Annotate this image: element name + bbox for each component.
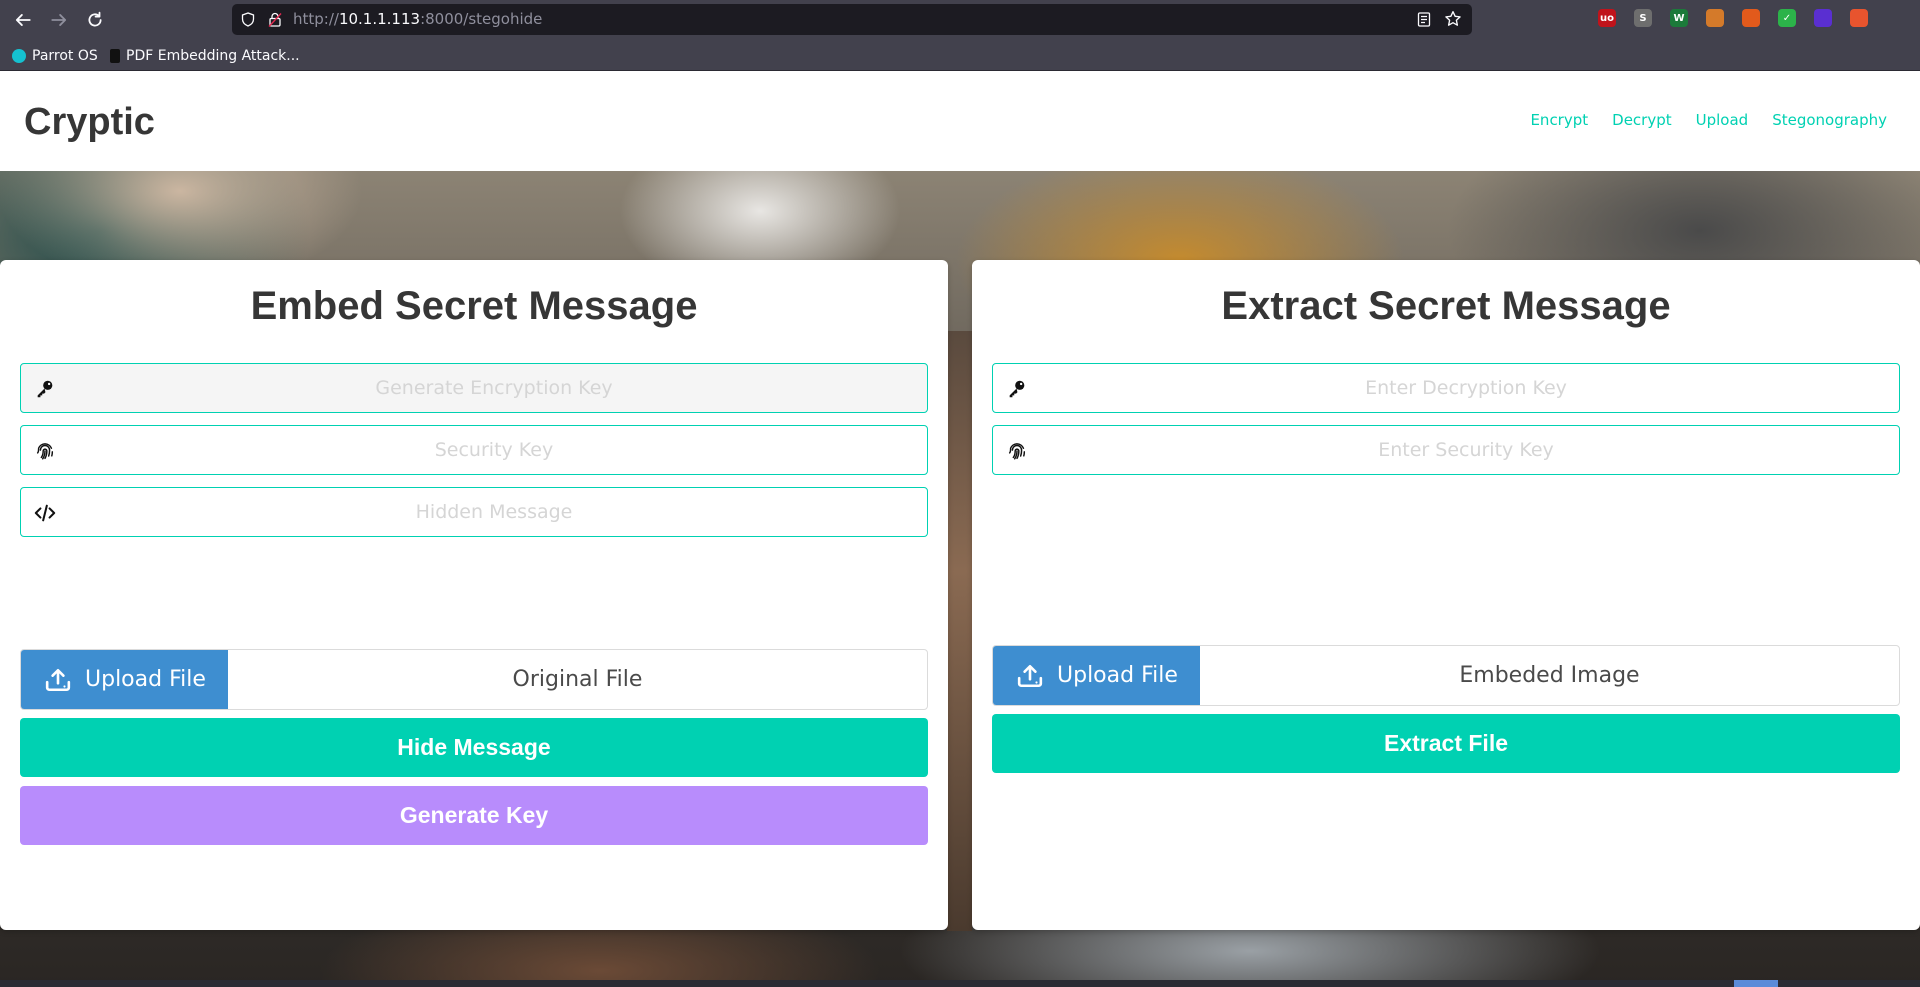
security-key-input[interactable]: [71, 426, 917, 474]
burp-icon[interactable]: [1850, 9, 1868, 27]
taskbar-indicator: [1734, 980, 1778, 987]
embed-title: Embed Secret Message: [250, 284, 698, 328]
nav-link-stegonography[interactable]: Stegonography: [1772, 111, 1887, 129]
insecure-lock-icon[interactable]: [267, 11, 283, 28]
extract-security-key-field[interactable]: [992, 425, 1900, 475]
url-prefix: http://: [293, 10, 339, 28]
forward-arrow-icon: [51, 14, 67, 26]
embed-card: Embed Secret Message Generate Encryption…: [0, 260, 948, 930]
pdf-favicon-icon: [110, 49, 120, 63]
hero-photo-strip: [947, 331, 972, 931]
fingerprint-icon: [33, 439, 57, 463]
cookie-icon[interactable]: [1706, 9, 1724, 27]
upload-file-label: Upload File: [85, 667, 206, 692]
nav-link-upload[interactable]: Upload: [1696, 111, 1749, 129]
url-path: :8000/stegohide: [420, 10, 543, 28]
generate-key-button[interactable]: Generate Key: [20, 786, 928, 845]
url-bar[interactable]: http://10.1.1.113:8000/stegohide: [232, 4, 1472, 35]
extract-title: Extract Secret Message: [1221, 284, 1671, 328]
hidden-message-input[interactable]: [71, 488, 917, 536]
extract-card: Extract Secret Message Upload File Embe: [972, 260, 1920, 930]
decryption-key-input[interactable]: [1043, 364, 1889, 412]
parrot-os-favicon-icon: [12, 49, 26, 63]
check-icon[interactable]: ✓: [1778, 9, 1796, 27]
tracking-shield-icon[interactable]: [240, 11, 256, 28]
reader-view-icon[interactable]: [1416, 11, 1432, 28]
original-file-name: Original File: [512, 667, 643, 692]
bookmark-label: PDF Embedding Attack...: [126, 48, 300, 64]
encryption-key-input: [71, 364, 917, 412]
encryption-key-field: [20, 363, 928, 413]
bookmark-pdf-embedding-attack[interactable]: PDF Embedding Attack...: [110, 46, 300, 66]
browser-toolbar: http://10.1.1.113:8000/stegohide uo S W ✓: [0, 0, 1920, 40]
url-host: 10.1.1.113: [338, 10, 421, 28]
fingerprint-icon: [1005, 439, 1029, 463]
site-navbar: Cryptic Encrypt Decrypt Upload Stegonogr…: [0, 71, 1920, 171]
original-file-upload[interactable]: Upload File Original File: [20, 649, 928, 710]
url-text[interactable]: http://10.1.1.113:8000/stegohide: [293, 10, 542, 28]
security-key-field[interactable]: [20, 425, 928, 475]
bookmarks-bar: Parrot OS PDF Embedding Attack...: [0, 40, 1920, 71]
nav-links: Encrypt Decrypt Upload Stegonography: [1530, 111, 1887, 129]
nav-link-encrypt[interactable]: Encrypt: [1530, 111, 1588, 129]
bookmark-parrot-os[interactable]: Parrot OS: [12, 46, 98, 66]
foxy-icon[interactable]: [1742, 9, 1760, 27]
upload-file-label: Upload File: [1057, 663, 1178, 688]
wappalyzer-icon[interactable]: W: [1670, 9, 1688, 27]
page-content: Cryptic Encrypt Decrypt Upload Stegonogr…: [0, 71, 1920, 987]
extract-file-button[interactable]: Extract File: [992, 714, 1900, 773]
hide-message-button[interactable]: Hide Message: [20, 718, 928, 777]
embedded-image-upload[interactable]: Upload File Embeded Image: [992, 645, 1900, 706]
code-icon: [33, 501, 57, 525]
upload-icon: [1017, 664, 1043, 687]
reload-icon: [88, 11, 102, 27]
embedded-image-name: Embeded Image: [1459, 663, 1640, 688]
back-button[interactable]: [10, 7, 36, 33]
notes-icon[interactable]: S: [1634, 9, 1652, 27]
nav-link-decrypt[interactable]: Decrypt: [1612, 111, 1671, 129]
site-brand[interactable]: Cryptic: [24, 101, 155, 144]
key-icon: [33, 377, 57, 401]
key-icon: [1005, 377, 1029, 401]
reload-button[interactable]: [82, 7, 108, 33]
forward-button[interactable]: [46, 7, 72, 33]
hidden-message-field[interactable]: [20, 487, 928, 537]
bookmark-label: Parrot OS: [32, 48, 98, 64]
gem-icon[interactable]: [1814, 9, 1832, 27]
back-arrow-icon: [15, 14, 31, 26]
upload-icon: [45, 668, 71, 691]
window-bottom-edge: [0, 980, 1920, 987]
extract-security-key-input[interactable]: [1043, 426, 1889, 474]
upload-file-button[interactable]: Upload File: [21, 650, 228, 709]
decryption-key-field[interactable]: [992, 363, 1900, 413]
ublock-icon[interactable]: uo: [1598, 9, 1616, 27]
upload-file-button[interactable]: Upload File: [993, 646, 1200, 705]
hero-background: Embed Secret Message Generate Encryption…: [0, 171, 1920, 987]
bookmark-star-icon[interactable]: [1444, 10, 1462, 28]
